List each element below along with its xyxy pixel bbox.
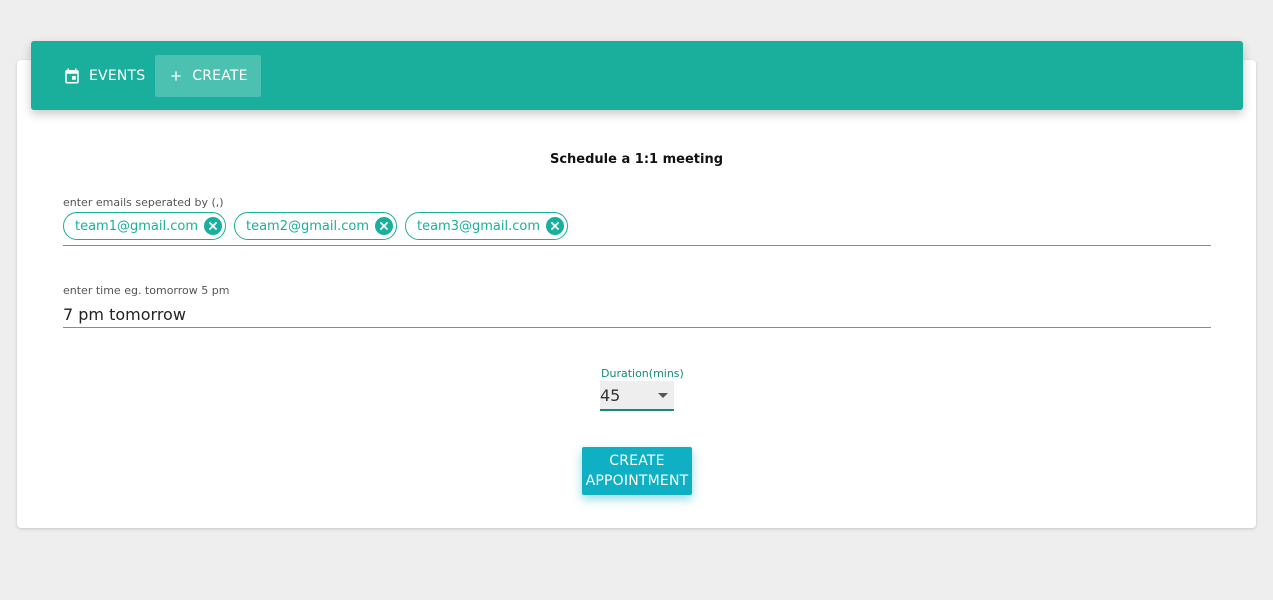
dropdown-arrow-icon [658, 392, 668, 398]
plus-icon [168, 68, 184, 84]
email-chip-text: team1@gmail.com [75, 218, 198, 234]
email-chip: team2@gmail.com [234, 212, 397, 240]
events-nav-button[interactable]: EVENTS [62, 55, 145, 97]
create-nav-label: CREATE [192, 68, 248, 84]
create-appointment-label-line2: APPOINTMENT [585, 473, 689, 489]
create-appointment-label-line1: CREATE [609, 453, 665, 469]
remove-chip-icon[interactable] [204, 217, 222, 235]
form-title: Schedule a 1:1 meeting [549, 152, 724, 167]
email-chips-input[interactable]: team1@gmail.com team2@gmail.com team3@gm… [63, 212, 568, 240]
create-nav-button[interactable]: CREATE [155, 55, 261, 97]
remove-chip-icon[interactable] [375, 217, 393, 235]
email-chip: team1@gmail.com [63, 212, 226, 240]
emails-field-label: enter emails seperated by (,) [63, 196, 224, 209]
remove-chip-icon[interactable] [546, 217, 564, 235]
calendar-icon [63, 67, 81, 85]
emails-field-underline [63, 245, 1211, 246]
email-chip: team3@gmail.com [405, 212, 568, 240]
events-nav-label: EVENTS [89, 68, 146, 84]
email-chip-text: team2@gmail.com [246, 218, 369, 234]
time-field-underline [63, 327, 1211, 328]
time-input[interactable] [63, 302, 1211, 326]
time-field-label: enter time eg. tomorrow 5 pm [63, 284, 230, 297]
create-appointment-button[interactable]: CREATE APPOINTMENT [582, 447, 692, 495]
top-toolbar: EVENTS CREATE [31, 41, 1243, 110]
email-chip-text: team3@gmail.com [417, 218, 540, 234]
duration-select[interactable]: 45 [600, 381, 674, 411]
duration-value: 45 [600, 385, 621, 405]
duration-label: Duration(mins) [601, 367, 684, 380]
